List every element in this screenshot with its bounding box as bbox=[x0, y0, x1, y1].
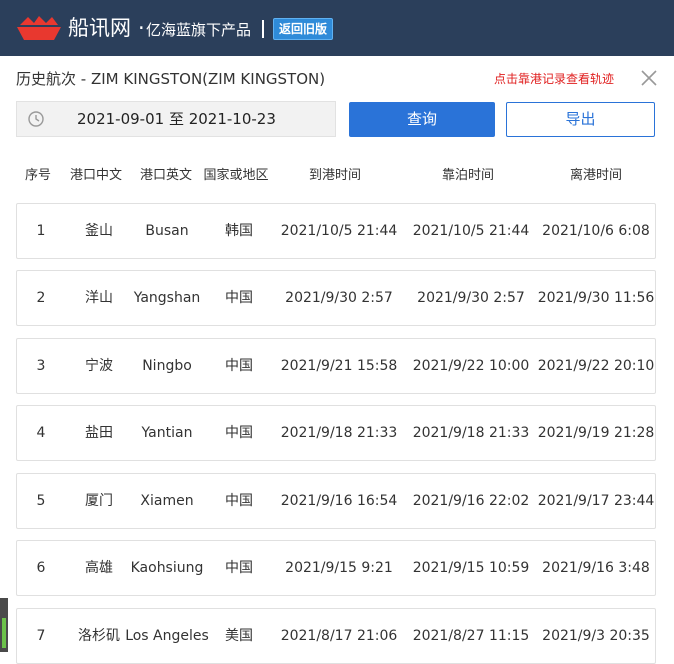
row-port-cn: 盐田 bbox=[85, 425, 113, 441]
row-country: 中国 bbox=[225, 493, 253, 509]
row-port-en: Los Angeles bbox=[125, 628, 209, 644]
date-range-value: 2021-09-01 至 2021-10-23 bbox=[77, 110, 276, 128]
row-port-en: Busan bbox=[145, 223, 189, 239]
table-row[interactable]: 3 宁波 Ningbo 中国 2021/9/21 15:58 2021/9/22… bbox=[16, 338, 656, 394]
row-arrive-time: 2021/9/15 9:21 bbox=[285, 560, 393, 576]
close-icon[interactable] bbox=[640, 69, 658, 87]
row-arrive-time: 2021/10/5 21:44 bbox=[280, 223, 398, 239]
row-country: 中国 bbox=[225, 425, 253, 441]
clock-icon bbox=[28, 111, 44, 127]
top-bar: 船讯网 · 亿海蓝旗下产品 返回旧版 bbox=[0, 0, 674, 56]
row-port-cn: 釜山 bbox=[85, 223, 113, 239]
table-row[interactable]: 2 洋山 Yangshan 中国 2021/9/30 2:57 2021/9/3… bbox=[16, 270, 656, 326]
row-berth-time: 2021/9/22 10:00 bbox=[412, 358, 530, 374]
row-depart-time: 2021/9/19 21:28 bbox=[537, 425, 655, 441]
row-index: 6 bbox=[36, 560, 46, 576]
brand-divider bbox=[262, 20, 264, 38]
row-depart-time: 2021/9/22 20:10 bbox=[537, 358, 655, 374]
table-row[interactable]: 6 高雄 Kaohsiung 中国 2021/9/15 9:21 2021/9/… bbox=[16, 540, 656, 596]
brand-tagline: 亿海蓝旗下产品 bbox=[146, 21, 252, 39]
row-country: 中国 bbox=[225, 358, 253, 374]
header-country: 国家或地区 bbox=[203, 168, 269, 183]
export-button[interactable]: 导出 bbox=[506, 102, 655, 137]
row-berth-time: 2021/9/30 2:57 bbox=[417, 290, 525, 306]
date-range-picker[interactable]: 2021-09-01 至 2021-10-23 bbox=[16, 101, 336, 137]
row-depart-time: 2021/9/3 20:35 bbox=[542, 628, 650, 644]
row-index: 5 bbox=[36, 493, 46, 509]
row-port-cn: 高雄 bbox=[85, 560, 113, 576]
row-depart-time: 2021/9/17 23:44 bbox=[537, 493, 655, 509]
row-index: 2 bbox=[36, 290, 46, 306]
row-arrive-time: 2021/9/18 21:33 bbox=[280, 425, 398, 441]
row-port-en: Ningbo bbox=[142, 358, 192, 374]
header-index: 序号 bbox=[24, 168, 51, 183]
header-depart: 离港时间 bbox=[569, 168, 622, 183]
row-port-en: Yangshan bbox=[133, 290, 201, 306]
row-arrive-time: 2021/9/16 16:54 bbox=[280, 493, 398, 509]
row-port-en: Yantian bbox=[141, 425, 193, 441]
window-edge-strip bbox=[0, 598, 8, 652]
row-port-cn: 洛杉矶 bbox=[78, 628, 120, 644]
row-index: 3 bbox=[36, 358, 46, 374]
row-port-cn: 洋山 bbox=[85, 290, 113, 306]
row-index: 4 bbox=[36, 425, 46, 441]
query-button[interactable]: 查询 bbox=[349, 102, 495, 137]
row-berth-time: 2021/9/15 10:59 bbox=[412, 560, 530, 576]
dialog-title: 历史航次 - ZIM KINGSTON(ZIM KINGSTON) bbox=[16, 70, 326, 88]
row-arrive-time: 2021/9/21 15:58 bbox=[280, 358, 398, 374]
table-row[interactable]: 7 洛杉矶 Los Angeles 美国 2021/8/17 21:06 202… bbox=[16, 608, 656, 664]
row-country: 美国 bbox=[225, 628, 253, 644]
row-berth-time: 2021/8/27 11:15 bbox=[412, 628, 530, 644]
table-row[interactable]: 1 釜山 Busan 韩国 2021/10/5 21:44 2021/10/5 … bbox=[16, 203, 656, 259]
row-country: 中国 bbox=[225, 560, 253, 576]
row-port-en: Kaohsiung bbox=[130, 560, 204, 576]
row-index: 7 bbox=[36, 628, 46, 644]
row-port-en: Xiamen bbox=[140, 493, 194, 509]
table-header: 序号 港口中文 港口英文 国家或地区 到港时间 靠泊时间 离港时间 bbox=[16, 164, 656, 188]
track-hint: 点击靠港记录查看轨迹 bbox=[494, 72, 615, 86]
header-port-en: 港口英文 bbox=[139, 168, 192, 183]
row-depart-time: 2021/10/6 6:08 bbox=[542, 223, 650, 239]
brand-name: 船讯网 bbox=[68, 16, 131, 40]
back-to-old-version-button[interactable]: 返回旧版 bbox=[273, 18, 334, 40]
row-port-cn: 宁波 bbox=[85, 358, 113, 374]
row-berth-time: 2021/9/18 21:33 bbox=[412, 425, 530, 441]
row-depart-time: 2021/9/30 11:56 bbox=[537, 290, 655, 306]
header-berth: 靠泊时间 bbox=[441, 168, 494, 183]
header-arrive: 到港时间 bbox=[308, 168, 361, 183]
row-arrive-time: 2021/9/30 2:57 bbox=[285, 290, 393, 306]
row-berth-time: 2021/9/16 22:02 bbox=[412, 493, 530, 509]
row-arrive-time: 2021/8/17 21:06 bbox=[280, 628, 398, 644]
row-berth-time: 2021/10/5 21:44 bbox=[412, 223, 530, 239]
row-port-cn: 厦门 bbox=[85, 493, 113, 509]
ship-logo-icon bbox=[17, 16, 61, 40]
row-index: 1 bbox=[36, 223, 46, 239]
row-country: 中国 bbox=[225, 290, 253, 306]
row-depart-time: 2021/9/16 3:48 bbox=[542, 560, 650, 576]
table-row[interactable]: 5 厦门 Xiamen 中国 2021/9/16 16:54 2021/9/16… bbox=[16, 473, 656, 529]
table-row[interactable]: 4 盐田 Yantian 中国 2021/9/18 21:33 2021/9/1… bbox=[16, 405, 656, 461]
row-country: 韩国 bbox=[225, 223, 253, 239]
brand-dot: · bbox=[138, 16, 145, 40]
header-port-cn: 港口中文 bbox=[69, 168, 122, 183]
